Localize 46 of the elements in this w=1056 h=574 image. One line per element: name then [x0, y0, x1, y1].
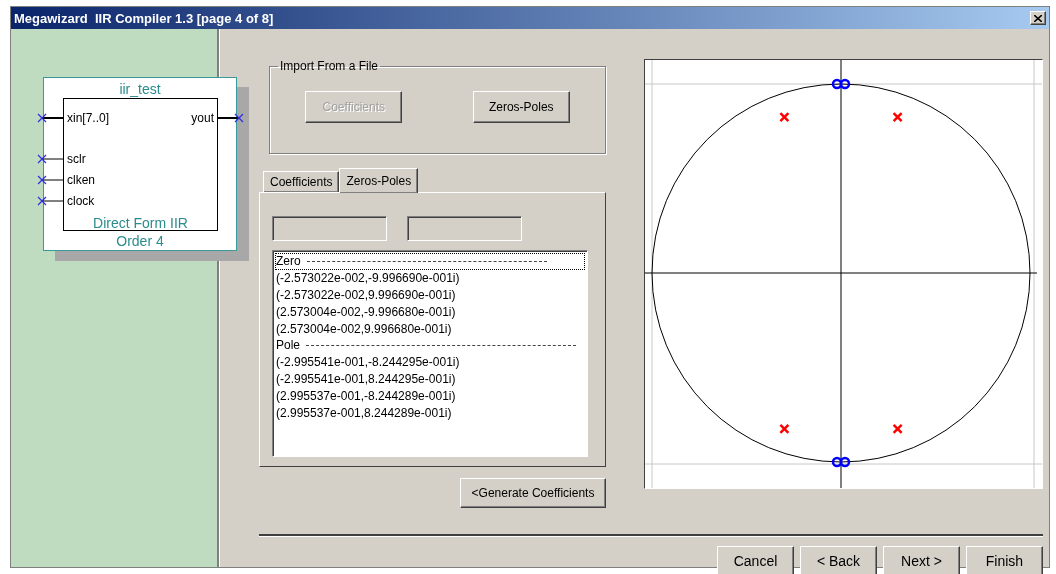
- pole-marker: [779, 112, 790, 123]
- input-field[interactable]: [407, 216, 522, 241]
- zero-marker: [831, 456, 843, 468]
- close-button[interactable]: [1030, 11, 1046, 25]
- pole-marker: [779, 423, 790, 434]
- zeros-poles-list[interactable]: [272, 250, 588, 457]
- list-item[interactable]: (-2.995541e-001,8.244295e-001i): [275, 370, 585, 388]
- pin-label: clken: [67, 173, 95, 187]
- pin-label: sclr: [67, 152, 86, 166]
- list-item[interactable]: (-2.573022e-002,9.996690e-001i): [275, 286, 585, 304]
- close-icon: [1034, 14, 1042, 22]
- zero-marker: [839, 78, 851, 90]
- pin-connector-icon: [37, 196, 63, 206]
- pole-marker: [892, 112, 903, 123]
- pin-label: clock: [67, 194, 95, 208]
- pin-connector-icon: [37, 154, 63, 164]
- nav-button[interactable]: < Back: [800, 546, 877, 574]
- tab[interactable]: Coefficients: [263, 171, 340, 192]
- list-section-header[interactable]: Pole: [275, 337, 585, 354]
- pole-marker: [892, 423, 903, 434]
- zero-marker: [839, 456, 851, 468]
- generate-coefficients-button[interactable]: <Generate Coefficients: [460, 478, 606, 508]
- list-item[interactable]: (2.573004e-002,9.996680e-001i): [275, 320, 585, 337]
- input-field[interactable]: [272, 216, 387, 241]
- group-title: Import From a File: [279, 59, 379, 73]
- list-item[interactable]: (2.995537e-001,8.244289e-001i): [275, 404, 585, 421]
- list-item[interactable]: (-2.573022e-002,-9.996690e-001i): [275, 269, 585, 287]
- zero-marker: [831, 78, 843, 90]
- symbol-name: iir_test: [118, 80, 162, 98]
- pin-connector-icon: [218, 113, 244, 123]
- pin-connector-icon: [37, 175, 63, 185]
- list-item[interactable]: (2.995537e-001,-8.244289e-001i): [275, 387, 585, 405]
- tab[interactable]: Zeros-Poles: [339, 168, 419, 193]
- list-item[interactable]: (-2.995541e-001,-8.244295e-001i): [275, 353, 585, 371]
- window-title: Megawizard IIR Compiler 1.3 [page 4 of 8]: [14, 10, 274, 26]
- pin-connector-icon: [37, 113, 63, 123]
- import-button[interactable]: Zeros-Poles: [472, 91, 570, 123]
- nav-button[interactable]: Cancel: [717, 546, 794, 574]
- pin-label: yout: [191, 111, 214, 125]
- filter-structure-label: Direct Form IIR: [92, 214, 189, 232]
- nav-button[interactable]: Finish: [966, 546, 1043, 574]
- filter-order-label: Order 4: [115, 232, 165, 251]
- list-section-header[interactable]: Zero: [275, 253, 585, 270]
- nav-button[interactable]: Next >: [883, 546, 960, 574]
- list-item[interactable]: (2.573004e-002,-9.996680e-001i): [275, 303, 585, 321]
- pin-label: xin[7..0]: [67, 111, 110, 125]
